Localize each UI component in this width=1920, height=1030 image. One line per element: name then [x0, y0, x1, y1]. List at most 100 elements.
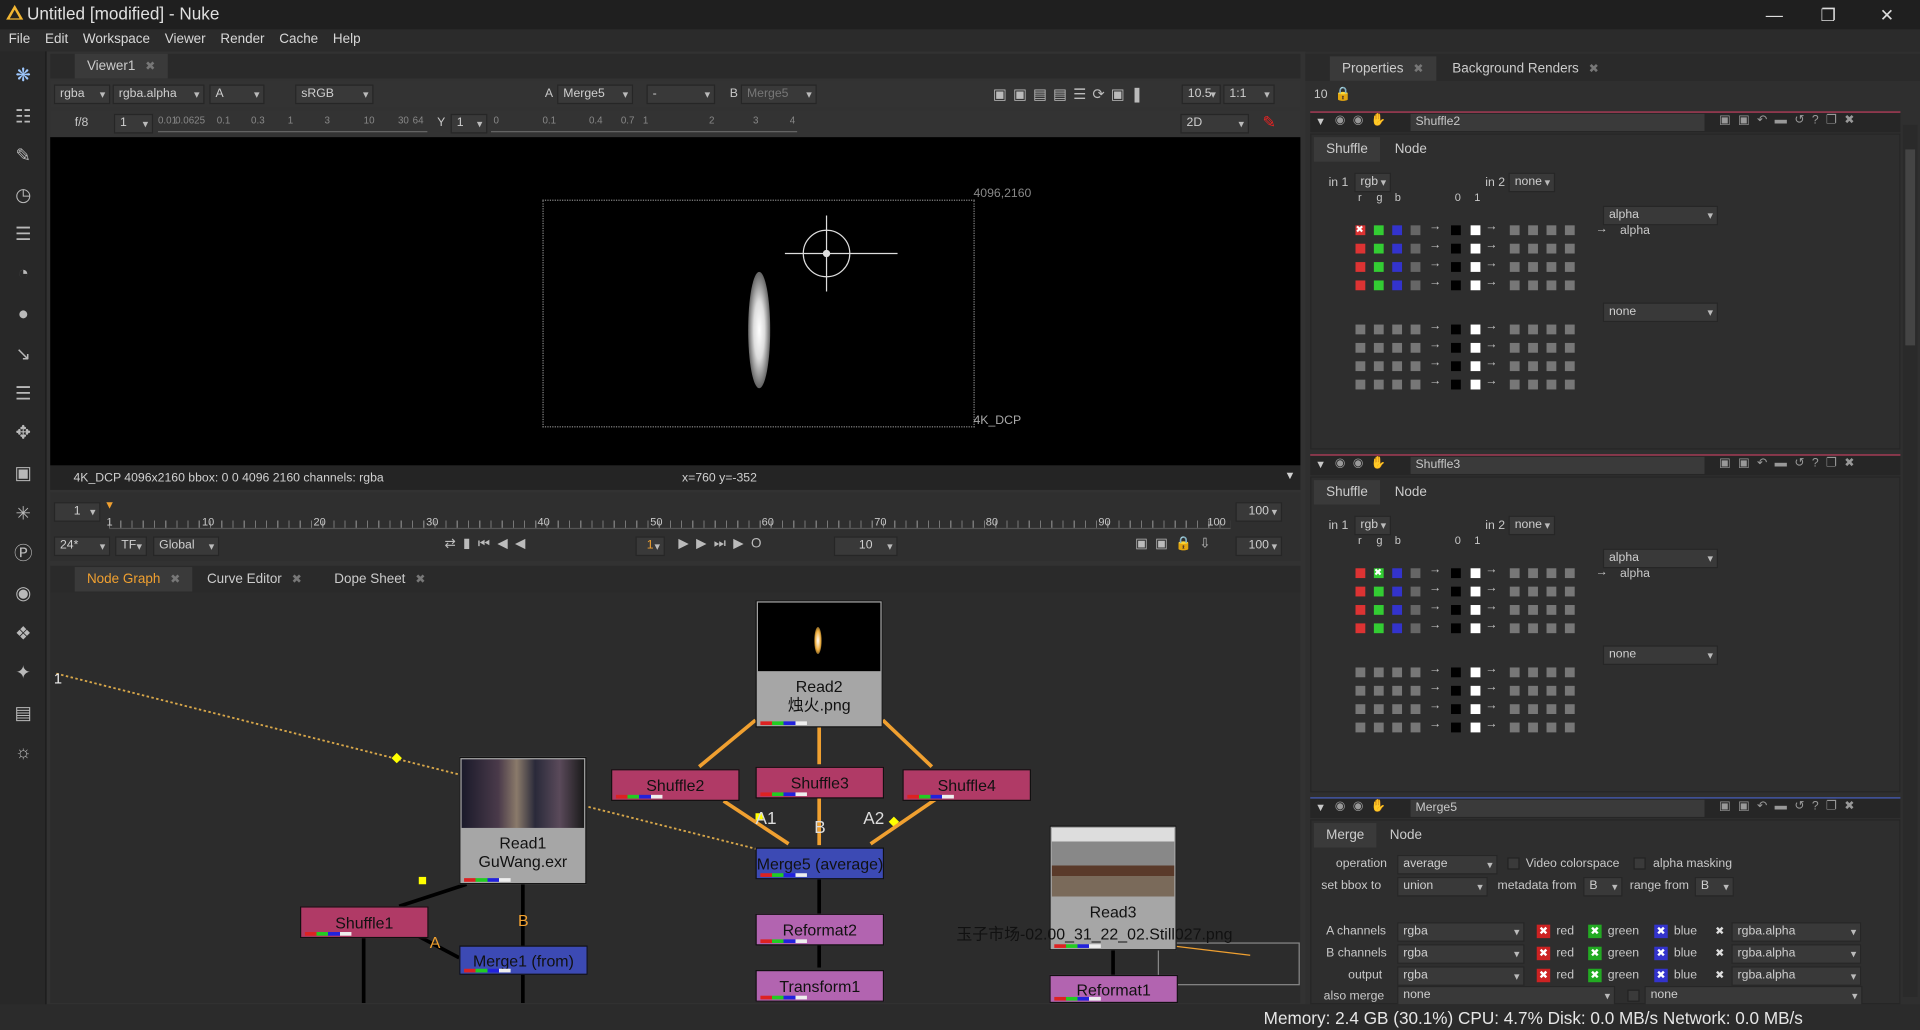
node-graph-canvas[interactable]: 1 A1 B A2 A B Read2 烛火.png Shuffle2 Shuff… — [50, 592, 1301, 1004]
in1-dropdown[interactable]: rgb — [1354, 515, 1392, 536]
shuffle-cell[interactable] — [1410, 342, 1421, 353]
channel-checkbox[interactable]: ✖ — [1536, 968, 1551, 983]
shuffle-cell[interactable] — [1392, 685, 1403, 696]
shuffle-cell[interactable] — [1355, 280, 1366, 291]
fps-dropdown[interactable]: 24* — [53, 536, 111, 557]
const-1-cell[interactable] — [1470, 361, 1481, 372]
const-0-cell[interactable] — [1451, 586, 1461, 597]
shuffle-cell[interactable] — [1410, 379, 1421, 390]
shuffle-cell[interactable]: ✖ — [1355, 225, 1366, 236]
shuffle-cell[interactable] — [1392, 262, 1403, 272]
maximize-button[interactable]: ❐ — [1800, 0, 1856, 29]
const-0-cell[interactable] — [1451, 225, 1461, 236]
shuffle-cell[interactable] — [1355, 623, 1366, 634]
const-0-cell[interactable] — [1451, 568, 1461, 579]
const-0-cell[interactable] — [1451, 379, 1461, 390]
shuffle-cell[interactable] — [1373, 280, 1384, 291]
in2-cell[interactable] — [1528, 225, 1538, 236]
merge-icon[interactable]: ☰ — [11, 382, 35, 406]
viewer-tool-icons[interactable]: ▣▣▤▤☰⟳▣❚ — [993, 86, 1164, 103]
draw-icon[interactable]: ✎ — [11, 145, 35, 169]
channel-checkbox[interactable]: ✖ — [1588, 946, 1602, 961]
alpha-masking-checkbox[interactable] — [1633, 857, 1646, 870]
menu-file[interactable]: File — [0, 29, 36, 47]
in2-cell[interactable] — [1546, 722, 1557, 733]
compare-mode-dropdown[interactable]: - — [646, 84, 716, 105]
node-read1[interactable]: Read1 GuWang.exr — [459, 756, 587, 885]
display-channel-dropdown[interactable]: A — [209, 84, 265, 105]
shuffle-cell[interactable] — [1373, 361, 1384, 372]
close-icon[interactable]: ✖ — [415, 573, 425, 586]
shuffle-cell[interactable] — [1410, 722, 1421, 733]
tab-node[interactable]: Node — [1378, 823, 1435, 847]
panel-tool-icons[interactable]: ▣▣↶▬↺?❐✖ — [1719, 800, 1862, 813]
in2-cell[interactable] — [1509, 623, 1520, 634]
playhead-icon[interactable]: ▼ — [104, 498, 115, 510]
in2-cell[interactable] — [1509, 225, 1520, 236]
in2-cell[interactable] — [1509, 568, 1520, 579]
in2-cell[interactable] — [1546, 243, 1557, 254]
shuffle-cell[interactable] — [1410, 667, 1421, 678]
in2-cell[interactable] — [1546, 361, 1557, 372]
panel-header-icons[interactable]: ◉◉✋ — [1335, 114, 1394, 127]
node-shuffle2[interactable]: Shuffle2 — [611, 769, 740, 801]
gain-field[interactable]: 1 — [113, 113, 154, 134]
shuffle-cell[interactable] — [1355, 342, 1366, 353]
collapse-icon[interactable]: ▼ — [1315, 801, 1326, 813]
const-0-cell[interactable] — [1451, 722, 1461, 733]
transport-forward-icons[interactable]: ▶▶⏭▶O — [678, 535, 825, 556]
close-icon[interactable]: ✖ — [1589, 62, 1599, 75]
also-merge-dropdown-2[interactable]: none — [1644, 985, 1863, 1006]
shuffle-cell[interactable] — [1392, 586, 1403, 597]
channel-checkbox[interactable]: ✖ — [1654, 968, 1668, 983]
video-colorspace-checkbox[interactable] — [1507, 857, 1520, 870]
shuffle-cell[interactable] — [1392, 623, 1403, 634]
channel-dropdown[interactable]: rgba — [1397, 944, 1525, 964]
node-merge1[interactable]: Merge1 (from) — [459, 945, 588, 975]
const-0-cell[interactable] — [1451, 342, 1461, 353]
keyer-icon[interactable]: ↘ — [11, 343, 35, 367]
shuffle-cell[interactable] — [1410, 605, 1421, 615]
shuffle-cell[interactable] — [1392, 225, 1403, 236]
in2-cell[interactable] — [1564, 324, 1575, 335]
particles-icon[interactable]: ✳ — [11, 502, 35, 526]
channel-checkbox[interactable]: ✖ — [1536, 946, 1551, 961]
channel-checkbox[interactable]: ✖ — [1536, 924, 1551, 939]
bbox-dropdown[interactable]: union — [1397, 876, 1488, 897]
channel-checkbox[interactable]: ✖ — [1588, 968, 1602, 983]
shuffle-cell[interactable] — [1355, 685, 1366, 696]
in2-dropdown[interactable]: none — [1508, 172, 1556, 193]
shuffle-cell[interactable] — [1355, 379, 1366, 390]
zoom-dropdown[interactable]: 10.5 — [1181, 84, 1221, 105]
menu-render[interactable]: Render — [212, 29, 271, 47]
const-1-cell[interactable] — [1470, 722, 1481, 733]
in2-cell[interactable] — [1528, 667, 1538, 678]
tab-shuffle[interactable]: Shuffle — [1313, 137, 1381, 162]
alpha-checkbox[interactable]: ✖ — [1713, 969, 1726, 982]
shuffle-cell[interactable] — [1373, 704, 1384, 715]
view-mode-dropdown[interactable]: 2D — [1180, 113, 1249, 134]
close-icon[interactable]: ✖ — [292, 573, 302, 586]
const-1-cell[interactable] — [1470, 704, 1481, 715]
collapse-icon[interactable]: ▼ — [1315, 458, 1326, 470]
in2-cell[interactable] — [1546, 262, 1557, 272]
in2-cell[interactable] — [1564, 623, 1575, 634]
shuffle-cell[interactable] — [1355, 262, 1366, 272]
shuffle-cell[interactable] — [1392, 361, 1403, 372]
in2-cell[interactable] — [1528, 704, 1538, 715]
in2-cell[interactable] — [1528, 361, 1538, 372]
in2-cell[interactable] — [1528, 243, 1538, 254]
tab-node-graph[interactable]: Node Graph ✖ — [74, 567, 193, 592]
alpha-checkbox[interactable]: ✖ — [1713, 925, 1726, 938]
in2-cell[interactable] — [1509, 586, 1520, 597]
const-1-cell[interactable] — [1470, 586, 1481, 597]
in2-cell[interactable] — [1564, 667, 1575, 678]
shuffle-cell[interactable] — [1392, 605, 1403, 615]
const-1-cell[interactable] — [1470, 379, 1481, 390]
const-1-cell[interactable] — [1470, 324, 1481, 335]
in2-cell[interactable] — [1528, 568, 1538, 579]
channel-checkbox[interactable]: ✖ — [1588, 924, 1602, 939]
in2-cell[interactable] — [1564, 280, 1575, 291]
shuffle-cell[interactable] — [1373, 623, 1384, 634]
metadata-icon[interactable]: ❖ — [11, 622, 35, 646]
